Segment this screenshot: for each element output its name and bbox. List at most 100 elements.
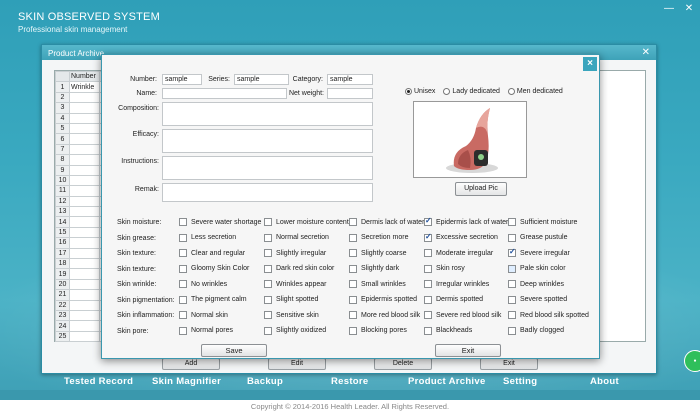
option-checkbox[interactable]: Gloomy Skin Color <box>179 264 249 273</box>
checkbox-icon[interactable] <box>349 218 357 226</box>
nav-skin-magnifier[interactable]: Skin Magnifier <box>152 376 221 387</box>
column-header[interactable]: Number <box>69 70 100 83</box>
checkbox-icon[interactable] <box>264 295 272 304</box>
option-checkbox[interactable]: Normal secretion <box>264 233 329 242</box>
table-cell[interactable] <box>69 247 100 260</box>
checkbox-icon[interactable] <box>349 233 357 242</box>
net-weight-field[interactable] <box>327 88 373 99</box>
option-checkbox[interactable]: Slightly oxidized <box>264 326 326 335</box>
checkbox-icon[interactable] <box>264 233 272 242</box>
table-cell[interactable] <box>69 102 100 114</box>
option-checkbox[interactable]: Badly clogged <box>508 326 564 335</box>
option-checkbox[interactable]: Slightly coarse <box>349 249 407 257</box>
option-checkbox[interactable]: Dark red skin color <box>264 264 334 273</box>
option-checkbox[interactable]: Red blood silk spotted <box>508 311 589 319</box>
checkbox-icon[interactable] <box>508 311 516 319</box>
number-field[interactable]: sample <box>162 74 202 85</box>
option-checkbox[interactable]: Slightly dark <box>349 264 399 273</box>
checkbox-icon[interactable] <box>179 280 187 288</box>
option-checkbox[interactable]: Slight spotted <box>264 295 318 304</box>
option-checkbox[interactable]: Epidermis spotted <box>349 295 417 304</box>
option-checkbox[interactable]: Deep wrinkles <box>508 280 564 288</box>
option-checkbox[interactable]: Severe water shortage <box>179 218 261 226</box>
chat-bubble-icon[interactable]: ● <box>684 350 700 372</box>
remark-field[interactable] <box>162 183 373 202</box>
table-cell[interactable] <box>69 133 100 145</box>
delete-button[interactable]: Delete <box>374 358 432 370</box>
option-checkbox[interactable]: Dermis lack of water <box>349 218 424 226</box>
nav-product-archive[interactable]: Product Archive <box>408 376 486 387</box>
table-cell[interactable] <box>69 320 100 332</box>
efficacy-field[interactable] <box>162 129 373 153</box>
table-cell[interactable] <box>69 309 100 322</box>
table-cell[interactable] <box>69 258 100 270</box>
option-checkbox[interactable]: Slightly irregular <box>264 249 326 257</box>
checkbox-icon[interactable] <box>508 233 516 242</box>
dialog-exit-button[interactable]: Exit <box>435 344 501 357</box>
option-checkbox[interactable]: Less secretion <box>179 233 236 242</box>
table-cell[interactable] <box>69 185 100 197</box>
checkbox-icon[interactable] <box>349 264 357 273</box>
category-field[interactable]: sample <box>327 74 373 85</box>
option-checkbox[interactable]: Pale skin color <box>508 264 566 273</box>
checkbox-icon[interactable] <box>349 326 357 335</box>
table-cell[interactable] <box>69 122 100 135</box>
dialog-close-icon[interactable]: × <box>583 57 597 71</box>
option-checkbox[interactable]: Severe red blood silk <box>424 311 501 319</box>
checkbox-icon[interactable] <box>179 326 187 335</box>
table-cell[interactable] <box>69 299 100 312</box>
checkbox-icon[interactable] <box>424 326 432 335</box>
checkbox-icon[interactable] <box>349 249 357 257</box>
table-cell[interactable] <box>69 226 100 239</box>
nav-backup[interactable]: Backup <box>247 376 283 387</box>
radio-unisex[interactable]: Unisex <box>405 88 435 95</box>
checkbox-icon[interactable] <box>179 218 187 226</box>
checkbox-icon[interactable] <box>508 280 516 288</box>
nav-about[interactable]: About <box>590 376 619 387</box>
option-checkbox[interactable]: Blocking pores <box>349 326 407 335</box>
checkbox-icon[interactable] <box>424 295 432 304</box>
composition-field[interactable] <box>162 102 373 126</box>
checkbox-icon[interactable] <box>424 311 432 319</box>
table-cell[interactable] <box>69 174 100 187</box>
option-checkbox[interactable]: Clear and regular <box>179 249 245 257</box>
option-checkbox[interactable]: Severe irregular <box>508 247 570 257</box>
option-checkbox[interactable]: Small wrinkles <box>349 280 406 288</box>
checkbox-icon[interactable] <box>349 311 357 319</box>
checkbox-icon[interactable] <box>264 311 272 319</box>
table-cell[interactable] <box>69 91 100 104</box>
archive-exit-button[interactable]: Exit <box>480 358 538 370</box>
radio-lady[interactable]: Lady dedicated <box>443 88 500 95</box>
save-button[interactable]: Save <box>201 344 267 357</box>
checkbox-icon[interactable] <box>264 280 272 288</box>
option-checkbox[interactable]: Blackheads <box>424 326 472 335</box>
checked-box-icon[interactable] <box>424 216 432 226</box>
checkbox-icon[interactable] <box>264 326 272 335</box>
checkbox-icon[interactable] <box>264 249 272 257</box>
radio-men[interactable]: Men dedicated <box>507 88 563 95</box>
close-window-icon[interactable]: ✕ <box>684 3 694 14</box>
checkbox-icon[interactable] <box>179 311 187 319</box>
option-checkbox[interactable]: Dermis spotted <box>424 295 483 304</box>
option-checkbox[interactable]: Epidermis lack of water <box>424 216 508 226</box>
option-checkbox[interactable]: Lower moisture content <box>264 218 349 226</box>
table-cell[interactable] <box>69 206 100 218</box>
option-checkbox[interactable]: Severe spotted <box>508 295 567 304</box>
checked-box-icon[interactable] <box>508 247 516 257</box>
option-checkbox[interactable]: Normal skin <box>179 311 228 319</box>
checkbox-icon[interactable] <box>424 280 432 288</box>
checkbox-icon[interactable] <box>349 280 357 288</box>
checkbox-icon[interactable] <box>179 249 187 257</box>
edit-button[interactable]: Edit <box>268 358 326 370</box>
checkbox-icon[interactable] <box>508 218 516 226</box>
option-checkbox[interactable]: Moderate irregular <box>424 249 493 257</box>
nav-restore[interactable]: Restore <box>331 376 368 387</box>
option-checkbox[interactable]: Normal pores <box>179 326 233 335</box>
table-cell[interactable] <box>69 143 100 156</box>
option-checkbox[interactable]: Grease pustule <box>508 233 567 242</box>
checkbox-icon[interactable] <box>349 295 357 304</box>
checkbox-icon[interactable] <box>179 295 187 304</box>
option-checkbox[interactable]: Sufficient moisture <box>508 218 577 226</box>
checkbox-icon[interactable] <box>424 264 432 273</box>
table-cell[interactable]: Wrinkle <box>69 81 100 93</box>
